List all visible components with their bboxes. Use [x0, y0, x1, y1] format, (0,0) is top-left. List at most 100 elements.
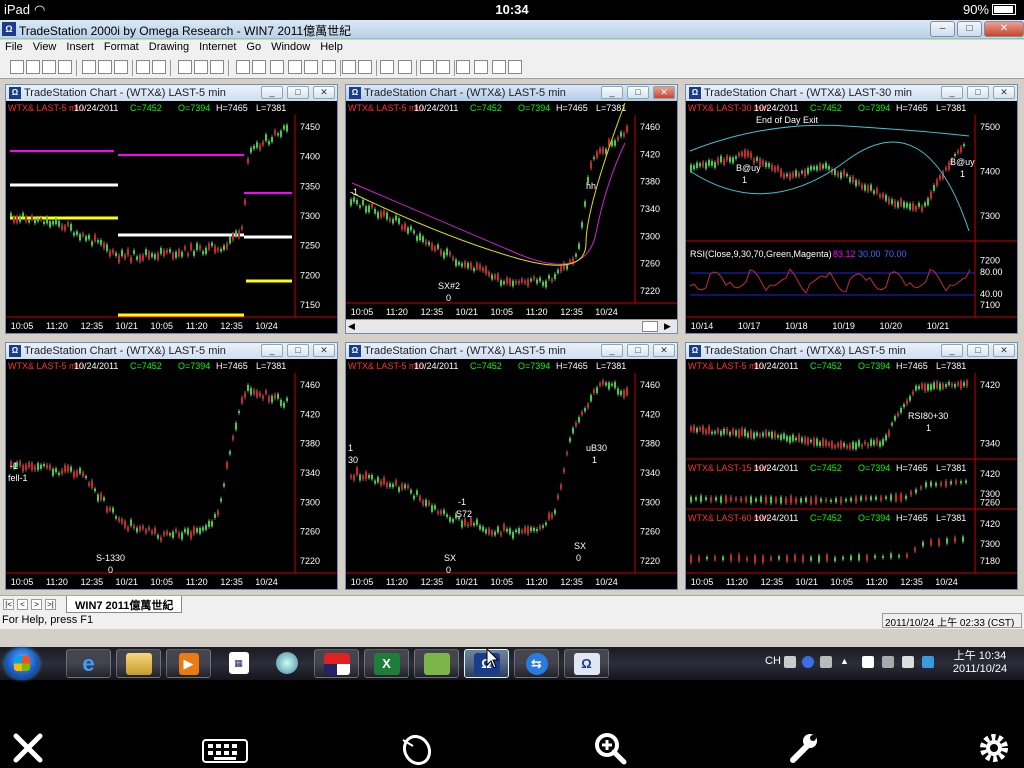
- task-network[interactable]: [414, 649, 459, 678]
- tray-clock[interactable]: 上午 10:34 2011/10/24: [945, 650, 1015, 676]
- hammer-icon[interactable]: [420, 60, 434, 74]
- price-chart[interactable]: WTX& LAST-30 min10/24/2011 C=7452 O=7394 H=…: [686, 101, 1017, 333]
- keyboard-icon[interactable]: [784, 656, 796, 668]
- save-icon[interactable]: [42, 60, 56, 74]
- calendar-icon[interactable]: [322, 60, 336, 74]
- scroll-right-icon[interactable]: ▶: [664, 321, 671, 332]
- tab-prev-icon[interactable]: <: [17, 599, 28, 610]
- menu-view[interactable]: View: [28, 40, 62, 53]
- task-explorer[interactable]: [116, 649, 161, 678]
- maximize-chart-button[interactable]: □: [627, 86, 649, 99]
- close-button[interactable]: ✕: [984, 21, 1024, 37]
- start-button[interactable]: [5, 648, 39, 679]
- task-safari[interactable]: [264, 649, 309, 678]
- minimize-chart-button[interactable]: _: [941, 86, 963, 99]
- forward-icon[interactable]: [194, 60, 208, 74]
- print-preview-icon[interactable]: [82, 60, 96, 74]
- maximize-chart-button[interactable]: □: [287, 344, 309, 357]
- lang-indicator[interactable]: CH: [765, 655, 781, 667]
- settings-button[interactable]: [976, 730, 1012, 766]
- keyboard-button[interactable]: [200, 730, 250, 766]
- cut-icon[interactable]: [136, 60, 150, 74]
- minimize-chart-button[interactable]: _: [261, 344, 283, 357]
- flag-icon[interactable]: [862, 656, 874, 668]
- maximize-chart-button[interactable]: □: [627, 344, 649, 357]
- chart-icon[interactable]: [236, 60, 250, 74]
- menu-file[interactable]: File: [0, 40, 28, 53]
- close-chart-button[interactable]: ✕: [313, 86, 335, 99]
- close-chart-button[interactable]: ✕: [653, 344, 675, 357]
- close-chart-button[interactable]: ✕: [993, 344, 1015, 357]
- horizontal-scrollbar[interactable]: ◀ ▶: [346, 319, 677, 333]
- minimize-chart-button[interactable]: _: [601, 86, 623, 99]
- zoom-out-icon[interactable]: [398, 60, 412, 74]
- price-chart[interactable]: WTX& LAST-5 min10/24/2011 C=7452 O=7394 H=7…: [6, 101, 337, 333]
- price-chart[interactable]: WTX& LAST-5 min10/24/2011 C=7452 O=7394 H=7…: [686, 359, 1017, 589]
- scroll-thumb[interactable]: [642, 321, 658, 332]
- menu-window[interactable]: Window: [266, 40, 315, 53]
- network-status-icon[interactable]: [882, 656, 894, 668]
- open-icon[interactable]: [26, 60, 40, 74]
- task-teamviewer[interactable]: ⇆: [514, 649, 559, 678]
- zoom-in-icon[interactable]: [380, 60, 394, 74]
- new-icon[interactable]: [10, 60, 24, 74]
- minimize-chart-button[interactable]: _: [941, 344, 963, 357]
- task-app-a[interactable]: [314, 649, 359, 678]
- menu-go[interactable]: Go: [241, 40, 266, 53]
- maximize-chart-button[interactable]: □: [967, 86, 989, 99]
- menu-drawing[interactable]: Drawing: [144, 40, 194, 53]
- tab-workspace[interactable]: WIN7 2011億萬世紀: [66, 596, 183, 613]
- flag-icon[interactable]: [474, 60, 488, 74]
- menu-insert[interactable]: Insert: [61, 40, 99, 53]
- task-ie[interactable]: e: [66, 649, 111, 678]
- folder-icon[interactable]: [58, 60, 72, 74]
- window-icon[interactable]: [304, 60, 318, 74]
- close-chart-button[interactable]: ✕: [653, 86, 675, 99]
- hand-icon[interactable]: [456, 60, 470, 74]
- tools-button[interactable]: [785, 730, 821, 766]
- zoom-button[interactable]: [592, 730, 628, 766]
- back-icon[interactable]: [178, 60, 192, 74]
- close-chart-button[interactable]: ✕: [313, 344, 335, 357]
- scroll-left-icon[interactable]: ◀: [348, 321, 355, 332]
- minimize-chart-button[interactable]: _: [261, 86, 283, 99]
- volume-icon[interactable]: [902, 656, 914, 668]
- tool-icon[interactable]: [508, 60, 522, 74]
- minimize-button[interactable]: –: [930, 21, 955, 37]
- task-calendar[interactable]: ▦: [216, 649, 261, 678]
- menu-format[interactable]: Format: [99, 40, 144, 53]
- close-chart-button[interactable]: ✕: [993, 86, 1015, 99]
- menu-help[interactable]: Help: [315, 40, 348, 53]
- copy-icon[interactable]: [152, 60, 166, 74]
- grid-icon[interactable]: [252, 60, 266, 74]
- align-left-icon[interactable]: [342, 60, 356, 74]
- tool-icon[interactable]: [492, 60, 506, 74]
- pointer-icon[interactable]: [436, 60, 450, 74]
- maximize-chart-button[interactable]: □: [287, 86, 309, 99]
- align-right-icon[interactable]: [358, 60, 372, 74]
- sync-icon[interactable]: [922, 656, 934, 668]
- tray-expand-icon[interactable]: ▲: [840, 656, 852, 668]
- maximize-chart-button[interactable]: □: [967, 344, 989, 357]
- close-session-button[interactable]: [10, 730, 46, 766]
- task-media[interactable]: ▶: [166, 649, 211, 678]
- menu-internet[interactable]: Internet: [194, 40, 241, 53]
- price-chart[interactable]: WTX& LAST-5 min10/24/2011 C=7452 O=7394 H=7…: [6, 359, 337, 589]
- mouse-button[interactable]: [395, 730, 435, 766]
- price-chart[interactable]: WTX& LAST-5 min10/24/2011 C=7452 O=7394 H=7…: [346, 359, 677, 589]
- tab-first-icon[interactable]: |<: [3, 599, 14, 610]
- table-icon[interactable]: [270, 60, 284, 74]
- task-tradestation-doc[interactable]: Ω: [564, 649, 609, 678]
- minimize-chart-button[interactable]: _: [601, 344, 623, 357]
- help-icon[interactable]: [802, 656, 814, 668]
- tab-last-icon[interactable]: >|: [45, 599, 56, 610]
- list-icon[interactable]: [288, 60, 302, 74]
- refresh-icon[interactable]: [210, 60, 224, 74]
- print-icon[interactable]: [114, 60, 128, 74]
- print-setup-icon[interactable]: [98, 60, 112, 74]
- price-chart[interactable]: WTX& LAST-5 min10/24/2011 C=7452 O=7394 H=7…: [346, 101, 677, 319]
- tab-next-icon[interactable]: >: [31, 599, 42, 610]
- task-excel[interactable]: X: [364, 649, 409, 678]
- settings-icon[interactable]: [820, 656, 832, 668]
- maximize-button[interactable]: □: [957, 21, 982, 37]
